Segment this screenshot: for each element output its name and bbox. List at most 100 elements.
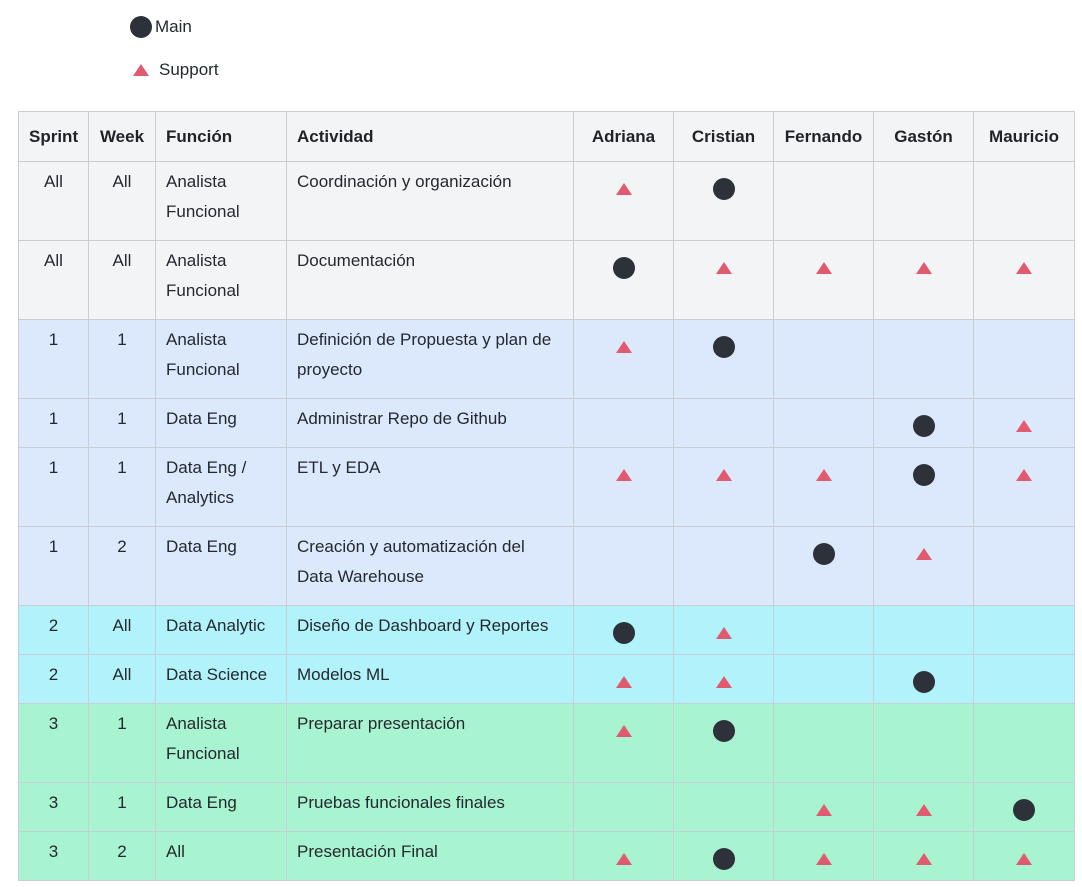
- support-triangle-icon: [684, 253, 763, 276]
- cell-fernando: [773, 782, 874, 832]
- support-triangle-icon: [584, 174, 663, 197]
- cell-mauricio: [973, 447, 1075, 527]
- cell-fernando: [773, 605, 874, 655]
- cell-gaston: [873, 831, 974, 881]
- cell-sprint-text: 2: [48, 665, 59, 684]
- main-circle-icon: [584, 618, 663, 645]
- cell-funcion: Analista Funcional: [155, 703, 287, 783]
- cell-cristian: [673, 240, 774, 320]
- cell-actividad-text: Administrar Repo de Github: [297, 409, 507, 428]
- main-circle-icon: [128, 15, 154, 39]
- cell-sprint: 3: [18, 831, 89, 881]
- cell-week-text: All: [112, 665, 132, 684]
- support-triangle-icon: [584, 332, 663, 355]
- main-circle-icon: [984, 795, 1064, 822]
- cell-mauricio: [973, 240, 1075, 320]
- header-funcion: Función: [155, 111, 287, 162]
- support-triangle-icon: [784, 844, 863, 867]
- cell-actividad: Preparar presentación: [286, 703, 574, 783]
- cell-week: 2: [88, 526, 156, 606]
- table-row: 3 2 All Presentación Final: [18, 831, 1075, 881]
- cell-cristian: [673, 782, 774, 832]
- cell-sprint: 2: [18, 654, 89, 704]
- cell-funcion-text: Data Science: [166, 665, 268, 684]
- cell-funcion: Analista Funcional: [155, 240, 287, 320]
- support-triangle-icon: [684, 618, 763, 641]
- main-circle-icon: [884, 460, 963, 487]
- cell-sprint: 2: [18, 605, 89, 655]
- support-triangle-icon: [128, 62, 154, 78]
- support-triangle-icon: [684, 460, 763, 483]
- cell-week: 1: [88, 398, 156, 448]
- cell-actividad-text: Modelos ML: [297, 665, 390, 684]
- cell-actividad-text: Coordinación y organización: [297, 172, 512, 191]
- support-triangle-icon: [884, 539, 963, 562]
- cell-funcion: Analista Funcional: [155, 319, 287, 399]
- cell-week-text: 1: [117, 409, 127, 428]
- cell-funcion: All: [155, 831, 287, 881]
- cell-sprint: 1: [18, 526, 89, 606]
- cell-funcion: Analista Funcional: [155, 161, 287, 241]
- cell-actividad-text: Definición de Propuesta y plan de proyec…: [297, 330, 552, 379]
- cell-cristian: [673, 398, 774, 448]
- cell-week-text: 1: [117, 458, 127, 477]
- cell-week-text: All: [112, 172, 132, 191]
- cell-adriana: [573, 240, 674, 320]
- cell-funcion-text: Analista Funcional: [166, 714, 240, 763]
- cell-week: All: [88, 605, 156, 655]
- cell-gaston: [873, 703, 974, 783]
- header-gaston: Gastón: [873, 111, 974, 162]
- cell-week: 1: [88, 319, 156, 399]
- cell-actividad-text: Preparar presentación: [297, 714, 466, 733]
- cell-gaston: [873, 398, 974, 448]
- cell-actividad: Definición de Propuesta y plan de proyec…: [286, 319, 574, 399]
- cell-week: 1: [88, 447, 156, 527]
- table-row: 3 1 Analista Funcional Preparar presentació…: [18, 703, 1075, 783]
- cell-fernando: [773, 831, 874, 881]
- cell-fernando: [773, 654, 874, 704]
- cell-adriana: [573, 703, 674, 783]
- cell-cristian: [673, 654, 774, 704]
- support-triangle-icon: [984, 253, 1064, 276]
- main-circle-icon: [684, 174, 763, 201]
- main-circle-icon: [684, 332, 763, 359]
- cell-gaston: [873, 605, 974, 655]
- cell-actividad: Documentación: [286, 240, 574, 320]
- cell-gaston: [873, 240, 974, 320]
- activity-table: Sprint Week Función Actividad Adriana Cr…: [18, 111, 1075, 881]
- cell-adriana: [573, 161, 674, 241]
- cell-week-text: 1: [117, 714, 127, 733]
- table-row: 1 1 Data Eng / Analytics ETL y EDA: [18, 447, 1075, 527]
- cell-gaston: [873, 654, 974, 704]
- cell-sprint: 1: [18, 398, 89, 448]
- cell-sprint-text: 1: [48, 458, 59, 477]
- cell-fernando: [773, 398, 874, 448]
- cell-cristian: [673, 526, 774, 606]
- support-triangle-icon: [984, 844, 1064, 867]
- support-triangle-icon: [984, 411, 1064, 434]
- support-triangle-icon: [884, 795, 963, 818]
- cell-adriana: [573, 831, 674, 881]
- cell-funcion-text: Analista Funcional: [166, 330, 240, 379]
- header-week: Week: [88, 111, 156, 162]
- cell-actividad: Diseño de Dashboard y Reportes: [286, 605, 574, 655]
- header-adriana: Adriana: [573, 111, 674, 162]
- cell-gaston: [873, 161, 974, 241]
- cell-mauricio: [973, 831, 1075, 881]
- cell-funcion: Data Science: [155, 654, 287, 704]
- cell-week-text: 1: [117, 793, 127, 812]
- table-row: 1 1 Analista Funcional Definición de Propue…: [18, 319, 1075, 399]
- cell-adriana: [573, 447, 674, 527]
- legend-main: Main: [128, 14, 219, 40]
- cell-sprint-text: 1: [48, 537, 59, 556]
- cell-actividad: ETL y EDA: [286, 447, 574, 527]
- cell-actividad-text: Presentación Final: [297, 842, 438, 861]
- cell-cristian: [673, 447, 774, 527]
- cell-funcion-text: Data Eng: [166, 793, 237, 812]
- cell-sprint: 3: [18, 703, 89, 783]
- cell-fernando: [773, 240, 874, 320]
- cell-adriana: [573, 782, 674, 832]
- cell-week: 1: [88, 703, 156, 783]
- cell-sprint: 1: [18, 447, 89, 527]
- table-row: 3 1 Data Eng Pruebas funcionales finales: [18, 782, 1075, 832]
